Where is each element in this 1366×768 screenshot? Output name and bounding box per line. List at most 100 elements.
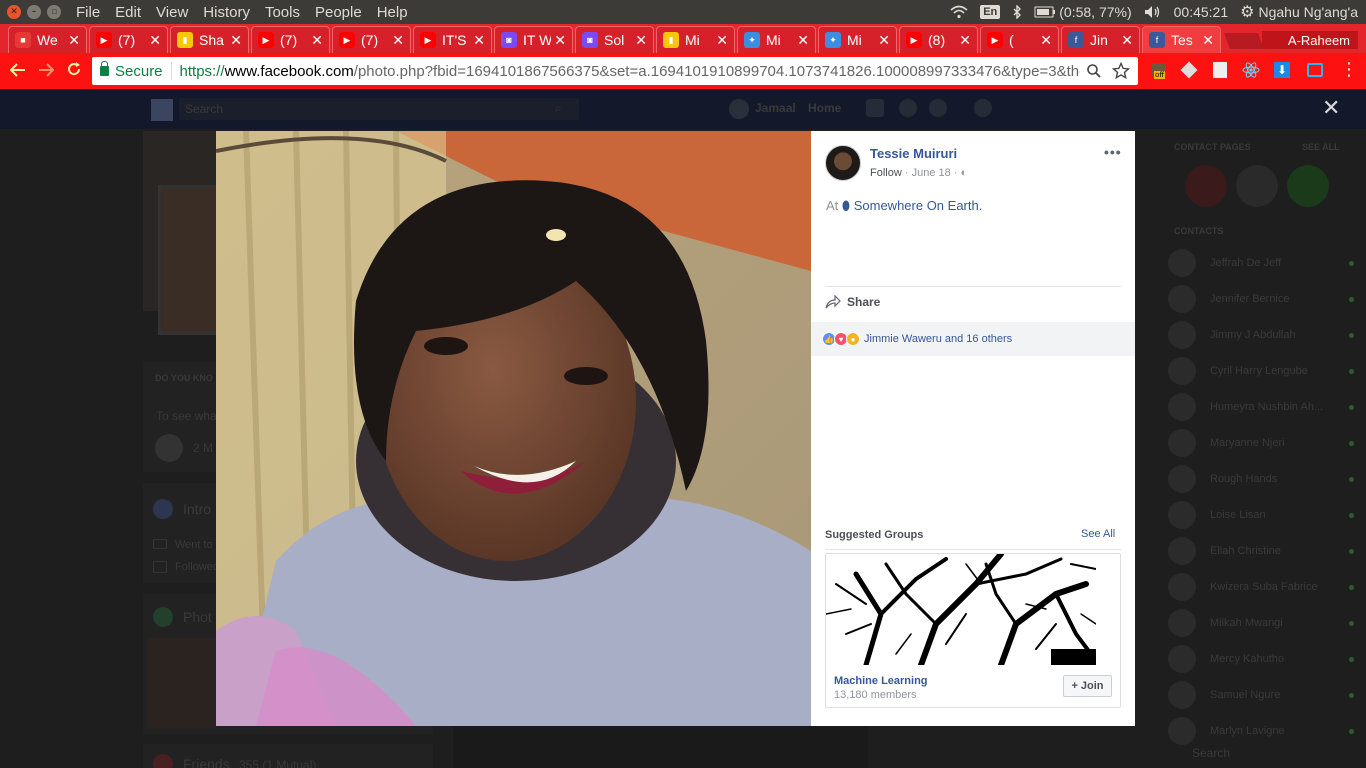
minimize-window-button[interactable]: –	[27, 5, 41, 19]
browser-tab[interactable]: ▮ Mi ✕	[656, 26, 735, 53]
keyboard-layout-indicator[interactable]: En	[980, 5, 1001, 19]
contact-item[interactable]: Cyril Harry Lengube	[1168, 353, 1358, 389]
browser-tab[interactable]: ▮ Sha ✕	[170, 26, 249, 53]
contact-item[interactable]: Samuel Ngure	[1168, 677, 1358, 713]
bookmark-star-icon[interactable]	[1112, 62, 1130, 80]
post-options-icon[interactable]: •••	[1104, 144, 1122, 160]
extension-cast-icon[interactable]	[1306, 61, 1324, 79]
close-window-button[interactable]: ✕	[7, 5, 21, 19]
contact-item[interactable]: Milkah Mwangi	[1168, 605, 1358, 641]
post-date[interactable]: June 18	[912, 167, 951, 179]
browser-tab[interactable]: ◙ Sol ✕	[575, 26, 654, 53]
close-tab-icon[interactable]: ✕	[1040, 32, 1052, 49]
bluetooth-icon[interactable]	[1012, 5, 1022, 19]
contact-item[interactable]: Rough Hands	[1168, 461, 1358, 497]
extension-react-icon[interactable]	[1242, 61, 1260, 79]
close-tab-icon[interactable]: ✕	[554, 32, 566, 49]
browser-tab[interactable]: f Jin ✕	[1061, 26, 1140, 53]
menu-tools[interactable]: Tools	[265, 4, 300, 21]
browser-tab[interactable]: f Tes ✕	[1142, 26, 1221, 53]
wow-reaction-icon[interactable]: ●	[846, 332, 860, 346]
menu-help[interactable]: Help	[377, 4, 408, 21]
contact-item[interactable]: Loise Lisan	[1168, 497, 1358, 533]
extension-download-icon[interactable]: ⬇	[1273, 61, 1291, 79]
address-bar[interactable]: Secure https://www.facebook.com/photo.ph…	[92, 57, 1138, 85]
url-text[interactable]: https://www.facebook.com/photo.php?fbid=…	[180, 63, 1080, 80]
notifications-icon[interactable]	[929, 99, 947, 117]
menu-file[interactable]: File	[76, 4, 100, 21]
mutual-friends-text[interactable]: 2 M	[193, 441, 213, 455]
messages-icon[interactable]	[899, 99, 917, 117]
browser-tab[interactable]: ▶ (7) ✕	[89, 26, 168, 53]
contact-page-avatar[interactable]	[1236, 165, 1278, 207]
contact-page-avatar[interactable]	[1287, 165, 1329, 207]
contact-item[interactable]: Jeffrah De Jeff	[1168, 245, 1358, 281]
close-tab-icon[interactable]: ✕	[716, 32, 728, 49]
extension-layers-icon[interactable]	[1180, 61, 1198, 79]
security-indicator[interactable]: Secure	[100, 61, 163, 80]
contact-item[interactable]: Ellah Christine	[1168, 533, 1358, 569]
browser-tab[interactable]: ✦ Mi ✕	[818, 26, 897, 53]
contact-page-avatar[interactable]	[1185, 165, 1227, 207]
menu-view[interactable]: View	[156, 4, 188, 21]
browser-tab[interactable]: ✦ Mi ✕	[737, 26, 816, 53]
follow-link[interactable]: Follow	[870, 167, 902, 179]
contact-item[interactable]: Maryanne Njeri	[1168, 425, 1358, 461]
close-tab-icon[interactable]: ✕	[878, 32, 890, 49]
chat-search-placeholder[interactable]: Search	[1192, 746, 1230, 760]
close-tab-icon[interactable]: ✕	[1202, 32, 1214, 49]
photo-thumbnail[interactable]	[147, 638, 217, 728]
facebook-logo-icon[interactable]	[151, 99, 173, 121]
nav-user-avatar[interactable]	[729, 99, 749, 119]
close-tab-icon[interactable]: ✕	[392, 32, 404, 49]
browser-tab[interactable]: ■ We ✕	[8, 26, 87, 53]
back-button[interactable]	[4, 61, 32, 82]
location-link[interactable]: Somewhere On Earth.	[854, 198, 983, 213]
suggested-groups-see-all[interactable]: See All	[1081, 528, 1115, 540]
browser-tab[interactable]: ▶ (7) ✕	[332, 26, 411, 53]
group-name[interactable]: Machine Learning	[834, 675, 928, 687]
group-cover-image[interactable]	[826, 554, 1097, 668]
facebook-search-input[interactable]: Search ⌕	[179, 98, 579, 120]
photos-heading[interactable]: Phot	[183, 609, 212, 625]
close-tab-icon[interactable]: ✕	[149, 32, 161, 49]
close-tab-icon[interactable]: ✕	[635, 32, 647, 49]
menu-people[interactable]: People	[315, 4, 362, 21]
browser-tab[interactable]: ▶ (✕	[980, 26, 1059, 53]
reactions-summary[interactable]: Jimmie Waweru and 16 others	[864, 333, 1012, 345]
browser-tab[interactable]: ◙ IT W ✕	[494, 26, 573, 53]
maximize-window-button[interactable]: ▫	[47, 5, 61, 19]
share-button[interactable]: Share	[825, 295, 880, 309]
new-tab-button[interactable]	[1224, 33, 1264, 49]
close-tab-icon[interactable]: ✕	[797, 32, 809, 49]
help-icon[interactable]	[974, 99, 992, 117]
zoom-search-icon[interactable]	[1086, 63, 1102, 79]
contact-item[interactable]: Kwizera Suba Fabrice	[1168, 569, 1358, 605]
contact-pages-see-all[interactable]: SEE ALL	[1302, 142, 1340, 152]
close-tab-icon[interactable]: ✕	[68, 32, 80, 49]
close-tab-icon[interactable]: ✕	[473, 32, 485, 49]
extension-home-off-icon[interactable]: off	[1150, 61, 1168, 79]
extension-page-icon[interactable]	[1211, 61, 1229, 79]
browser-tab[interactable]: ▶ (8) ✕	[899, 26, 978, 53]
close-tab-icon[interactable]: ✕	[1121, 32, 1133, 49]
privacy-globe-icon[interactable]: ◐	[961, 167, 968, 179]
browser-tab[interactable]: ▶ (7) ✕	[251, 26, 330, 53]
contact-item[interactable]: Mercy Kahutho	[1168, 641, 1358, 677]
nav-user-name[interactable]: Jamaal	[755, 101, 796, 115]
forward-button[interactable]	[32, 61, 60, 82]
author-name[interactable]: Tessie Muiruri	[870, 146, 957, 161]
menu-history[interactable]: History	[203, 4, 250, 21]
browser-tab[interactable]: ▶ IT'S ✕	[413, 26, 492, 53]
menu-edit[interactable]: Edit	[115, 4, 141, 21]
user-menu[interactable]: ⚙ Ngahu Ng'ang'a	[1240, 2, 1358, 22]
join-group-button[interactable]: + Join	[1063, 675, 1112, 697]
photo-viewer-image[interactable]	[216, 131, 811, 726]
contact-item[interactable]: Jennifer Bernice	[1168, 281, 1358, 317]
friend-requests-icon[interactable]	[866, 99, 884, 117]
friends-heading[interactable]: Friends	[183, 756, 230, 768]
close-photo-button[interactable]: ✕	[1322, 96, 1340, 121]
author-avatar[interactable]	[825, 145, 861, 181]
profile-button[interactable]: A-Raheem	[1262, 31, 1358, 49]
mutual-friend-avatar[interactable]	[155, 434, 183, 462]
